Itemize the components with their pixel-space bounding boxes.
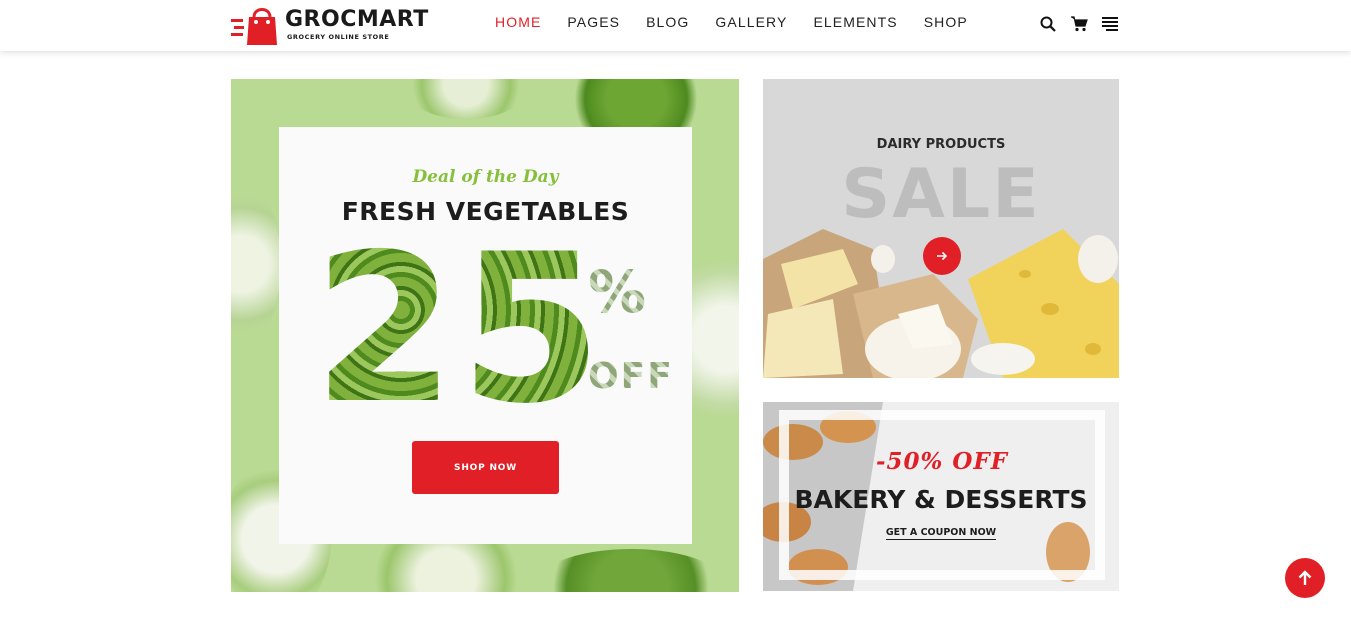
nav-item-gallery[interactable]: GALLERY [715, 14, 787, 30]
cauliflower-decoration [401, 79, 531, 119]
header-tools [1038, 14, 1131, 34]
arrow-right-icon [937, 251, 948, 261]
promo-banner-bakery[interactable]: -50% OFF BAKERY & DESSERTS GET A COUPON … [763, 402, 1119, 591]
menu-icon[interactable] [1100, 14, 1120, 34]
broccoli-decoration [531, 549, 731, 592]
nav-item-elements[interactable]: ELEMENTS [813, 14, 897, 30]
shopping-bag-logo-icon [231, 3, 279, 47]
arrow-right-button[interactable] [923, 237, 961, 275]
shop-now-button[interactable]: SHOP NOW [412, 441, 559, 494]
arrow-up-icon [1298, 570, 1312, 585]
percent-sign: % [588, 258, 647, 326]
brand-tagline: GROCERY ONLINE STORE [287, 33, 390, 41]
logo[interactable]: GROCMART GROCERY ONLINE STORE [231, 3, 429, 47]
site-header: GROCMART GROCERY ONLINE STORE HOME PAGES… [0, 0, 1351, 51]
off-label: OFF [588, 356, 674, 397]
nav-item-blog[interactable]: BLOG [646, 14, 689, 30]
nav-item-shop[interactable]: SHOP [924, 14, 968, 30]
nav-item-home[interactable]: HOME [495, 14, 541, 30]
search-icon[interactable] [1038, 14, 1058, 34]
get-coupon-link[interactable]: GET A COUPON NOW [763, 527, 1119, 540]
cauliflower-decoration [231, 179, 281, 349]
brand-name: GROCMART [285, 7, 429, 32]
main-nav: HOME PAGES BLOG GALLERY ELEMENTS SHOP [482, 14, 981, 30]
get-coupon-label: GET A COUPON NOW [885, 527, 997, 540]
back-to-top-button[interactable] [1285, 558, 1325, 598]
bakery-title: BAKERY & DESSERTS [794, 485, 1088, 514]
deal-kicker: Deal of the Day [412, 167, 559, 187]
nav-item-pages[interactable]: PAGES [567, 14, 620, 30]
bakery-discount: -50% OFF [875, 448, 1009, 475]
promo-banner-dairy[interactable]: DAIRY PRODUCTS SALE [763, 79, 1119, 378]
promo-banner-vegetables[interactable]: Deal of the Day FRESH VEGETABLES 25 % OF… [231, 79, 739, 592]
discount-number: 25 [313, 211, 607, 449]
cart-icon[interactable] [1069, 14, 1089, 34]
deal-card: Deal of the Day FRESH VEGETABLES 25 % OF… [279, 127, 692, 544]
cheese-image [763, 229, 1119, 378]
